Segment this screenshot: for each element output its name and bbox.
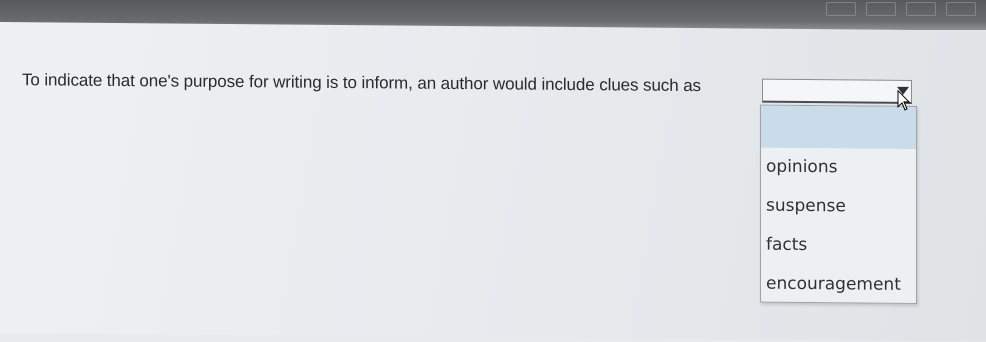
option-encouragement[interactable]: encouragement [761,265,916,305]
option-facts[interactable]: facts [761,226,916,266]
dropdown-highlight-row[interactable] [761,105,916,149]
bezel-button [946,2,976,16]
mouse-cursor-icon [897,89,911,111]
option-suspense[interactable]: suspense [761,187,916,227]
answer-select[interactable] [762,78,912,104]
question-text: To indicate that one's purpose for writi… [22,70,701,96]
bezel-button [866,2,896,16]
answer-dropdown-list: opinions suspense facts encouragement [760,104,917,305]
bezel-button [906,2,936,16]
option-opinions[interactable]: opinions [761,148,916,188]
bezel-button [826,2,856,16]
bezel-button-group [826,2,976,16]
question-page: To indicate that one's purpose for writi… [0,22,986,342]
